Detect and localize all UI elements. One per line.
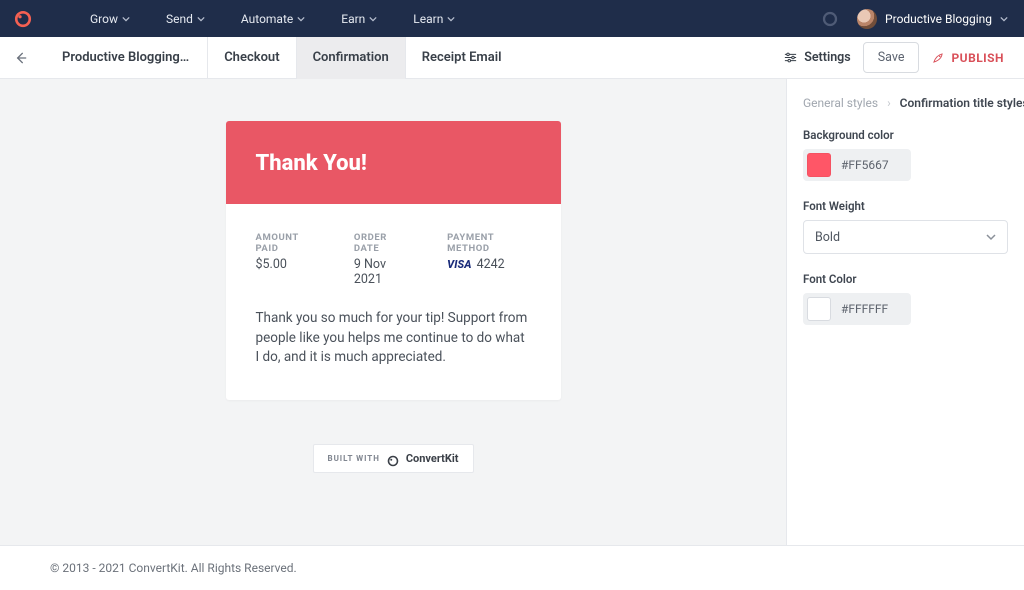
chevron-down-icon <box>197 15 205 23</box>
chevron-down-icon <box>369 15 377 23</box>
confirmation-card[interactable]: Thank You! AMOUNT PAID $5.00 ORDER DATE … <box>226 121 561 400</box>
nav-links: Grow Send Automate Earn Learn <box>90 12 455 26</box>
color-value: #FF5667 <box>841 158 889 172</box>
nav-left: Grow Send Automate Earn Learn <box>14 10 455 28</box>
payment-method-value: VISA 4242 <box>447 257 530 272</box>
nav-right: Productive Blogging <box>821 9 1008 29</box>
account-name: Productive Blogging <box>885 12 992 26</box>
footer: © 2013 - 2021 ConvertKit. All Rights Res… <box>0 545 1024 590</box>
editor-main: Thank You! AMOUNT PAID $5.00 ORDER DATE … <box>0 79 1024 545</box>
copyright: © 2013 - 2021 ConvertKit. All Rights Res… <box>50 561 297 575</box>
chevron-right-icon: › <box>887 96 891 110</box>
settings-button[interactable]: Settings <box>783 50 851 65</box>
sub-bar: Productive Blogging… Checkout Confirmati… <box>0 37 1024 79</box>
convertkit-mark-icon <box>387 452 399 464</box>
account-menu[interactable]: Productive Blogging <box>857 9 1008 29</box>
font-weight-select[interactable]: Bold <box>803 220 1008 254</box>
save-button[interactable]: Save <box>863 42 920 73</box>
product-name[interactable]: Productive Blogging… <box>44 37 208 79</box>
payment-method: PAYMENT METHOD VISA 4242 <box>447 232 530 287</box>
back-button[interactable] <box>8 37 34 79</box>
built-with-label: BUILT WITH <box>328 454 380 463</box>
tab-checkout[interactable]: Checkout <box>208 37 296 79</box>
nav-link-learn[interactable]: Learn <box>413 12 455 26</box>
font-weight-value: Bold <box>815 230 840 245</box>
amount-paid: AMOUNT PAID $5.00 <box>256 232 318 287</box>
built-with-brand: ConvertKit <box>406 452 459 465</box>
avatar <box>857 9 877 29</box>
nav-link-automate[interactable]: Automate <box>241 12 305 26</box>
nav-link-label: Earn <box>341 12 365 26</box>
chevron-down-icon <box>122 15 130 23</box>
built-with-badge[interactable]: BUILT WITH ConvertKit <box>313 444 474 473</box>
amount-paid-value: $5.00 <box>256 257 318 272</box>
publish-label: PUBLISH <box>951 51 1004 65</box>
background-color-group: Background color #FF5667 <box>803 128 1008 181</box>
background-color-label: Background color <box>803 128 1008 142</box>
styles-panel: General styles › Confirmation title styl… <box>786 79 1024 545</box>
payment-method-label: PAYMENT METHOD <box>447 232 530 254</box>
publish-button[interactable]: PUBLISH <box>931 51 1004 65</box>
styles-breadcrumb: General styles › Confirmation title styl… <box>803 96 1008 110</box>
nav-link-label: Send <box>166 12 193 26</box>
nav-link-label: Learn <box>413 12 443 26</box>
tab-confirmation[interactable]: Confirmation <box>297 37 406 79</box>
nav-link-label: Grow <box>90 12 118 26</box>
order-date-value: 9 Nov 2021 <box>354 257 411 287</box>
visa-icon: VISA <box>447 258 471 271</box>
chevron-down-icon <box>447 15 455 23</box>
preview-canvas: Thank You! AMOUNT PAID $5.00 ORDER DATE … <box>0 79 786 545</box>
nav-link-label: Automate <box>241 12 293 26</box>
confirmation-message[interactable]: Thank you so much for your tip! Support … <box>256 309 531 368</box>
convertkit-logo-icon[interactable] <box>14 10 32 28</box>
breadcrumb-general-styles[interactable]: General styles <box>803 96 878 110</box>
font-color-label: Font Color <box>803 272 1008 286</box>
order-meta-row: AMOUNT PAID $5.00 ORDER DATE 9 Nov 2021 … <box>256 232 531 287</box>
font-color-input[interactable]: #FFFFFF <box>803 293 911 325</box>
color-swatch[interactable] <box>807 153 831 177</box>
confirmation-title: Thank You! <box>256 151 531 176</box>
tab-receipt-email[interactable]: Receipt Email <box>406 37 518 79</box>
confirmation-body: AMOUNT PAID $5.00 ORDER DATE 9 Nov 2021 … <box>226 204 561 400</box>
settings-label: Settings <box>804 50 851 65</box>
breadcrumb-current: Confirmation title styles <box>900 96 1024 110</box>
font-weight-label: Font Weight <box>803 199 1008 213</box>
chevron-down-icon <box>297 15 305 23</box>
nav-link-earn[interactable]: Earn <box>341 12 377 26</box>
color-swatch[interactable] <box>807 297 831 321</box>
confirmation-title-region[interactable]: Thank You! <box>226 121 561 204</box>
sliders-icon <box>783 50 798 65</box>
chevron-down-icon <box>986 232 996 242</box>
rocket-icon <box>931 51 945 65</box>
nav-link-grow[interactable]: Grow <box>90 12 130 26</box>
sub-bar-left: Productive Blogging… Checkout Confirmati… <box>8 37 517 79</box>
loading-ring-icon <box>821 10 839 28</box>
color-value: #FFFFFF <box>841 302 888 316</box>
sub-bar-right: Settings Save PUBLISH <box>783 42 1004 73</box>
top-nav: Grow Send Automate Earn Learn <box>0 0 1024 37</box>
font-color-group: Font Color #FFFFFF <box>803 272 1008 325</box>
background-color-input[interactable]: #FF5667 <box>803 149 911 181</box>
order-date: ORDER DATE 9 Nov 2021 <box>354 232 411 287</box>
card-last4: 4242 <box>477 257 505 272</box>
nav-link-send[interactable]: Send <box>166 12 205 26</box>
order-date-label: ORDER DATE <box>354 232 411 254</box>
font-weight-group: Font Weight Bold <box>803 199 1008 254</box>
chevron-down-icon <box>1000 15 1008 23</box>
amount-paid-label: AMOUNT PAID <box>256 232 318 254</box>
